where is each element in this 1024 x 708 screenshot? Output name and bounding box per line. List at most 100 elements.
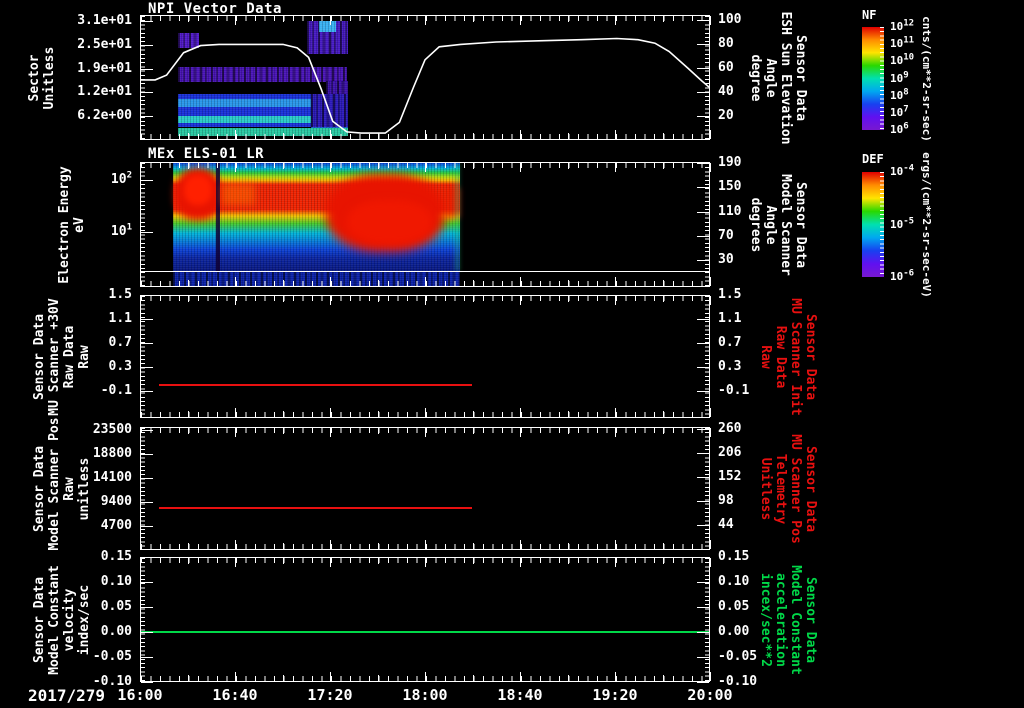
y-major-tick <box>697 453 709 455</box>
y-major-tick <box>141 557 153 558</box>
axis-title-left-els: Electron Energy eV <box>57 165 87 284</box>
x-major-tick <box>330 16 331 25</box>
x-major-tick <box>710 130 711 139</box>
x-major-tick <box>615 558 616 567</box>
x-major-tick <box>615 277 616 286</box>
x-mid-tick <box>377 163 379 169</box>
y-major-tick <box>697 91 709 93</box>
y-major-tick <box>141 657 153 658</box>
y-major-tick <box>141 68 153 70</box>
x-major-tick <box>710 163 711 172</box>
x-mid-tick <box>377 296 379 302</box>
y-major-tick <box>697 67 709 69</box>
x-major-tick <box>140 296 141 305</box>
y-major-tick <box>141 501 153 503</box>
colorbar-def <box>862 172 884 277</box>
y-major-tick <box>697 367 709 369</box>
colorbar-unit-def: ergs/(cm**2-sr-sec-eV) <box>920 151 933 298</box>
x-tick-label: 16:00 <box>117 686 163 704</box>
x-mid-tick <box>472 428 474 434</box>
y-major-tick <box>141 582 153 583</box>
series-line <box>141 630 709 633</box>
axis-title-left-npi: Sector Unitless <box>27 46 57 109</box>
sun-elevation-line <box>141 37 709 134</box>
x-major-tick <box>140 130 141 139</box>
x-major-tick <box>330 428 331 437</box>
x-mid-tick <box>282 558 284 564</box>
x-tick-label: 17:20 <box>307 686 353 704</box>
x-mid-tick <box>662 543 664 549</box>
y-major-tick <box>697 43 709 45</box>
panel-content-mconst <box>141 558 709 681</box>
x-mid-tick <box>187 428 189 434</box>
y-major-tick <box>697 429 709 431</box>
colorbar-tick-label: 10-6 <box>890 268 915 283</box>
x-mid-tick <box>662 675 664 681</box>
x-major-tick <box>330 130 331 139</box>
x-major-tick <box>615 408 616 417</box>
x-major-tick <box>710 296 711 305</box>
y-major-tick <box>697 343 709 345</box>
x-mid-tick <box>662 133 664 139</box>
x-mid-tick <box>567 558 569 564</box>
x-mid-tick <box>377 133 379 139</box>
x-tick-label: 18:00 <box>402 686 448 704</box>
y-major-tick <box>697 295 709 296</box>
x-major-tick <box>140 540 141 549</box>
x-tick-label: 20:00 <box>687 686 733 704</box>
y-major-tick <box>697 607 709 608</box>
y-major-tick <box>141 391 153 393</box>
x-mid-tick <box>282 411 284 417</box>
x-major-tick <box>140 558 141 567</box>
x-mid-tick <box>187 16 189 22</box>
x-major-tick <box>520 408 521 417</box>
x-mid-tick <box>472 558 474 564</box>
sun-elevation-polyline <box>141 37 709 134</box>
x-mid-tick <box>377 428 379 434</box>
x-major-tick <box>710 672 711 681</box>
x-mid-tick <box>472 675 474 681</box>
colorbar-tick-label: 107 <box>890 104 909 119</box>
x-major-tick <box>235 277 236 286</box>
y-major-tick <box>697 260 709 262</box>
x-mid-tick <box>187 675 189 681</box>
x-mid-tick <box>377 280 379 286</box>
y-major-tick <box>697 211 709 213</box>
x-major-tick <box>425 540 426 549</box>
x-major-tick <box>235 428 236 437</box>
y-major-tick <box>697 657 709 658</box>
y-major-tick <box>141 21 153 23</box>
x-major-tick <box>615 130 616 139</box>
y-major-tick <box>697 557 709 558</box>
x-mid-tick <box>187 543 189 549</box>
y-major-tick <box>697 682 709 683</box>
spectrogram-feature <box>183 175 212 205</box>
colorbar-tick-label: 1012 <box>890 18 915 33</box>
x-mid-tick <box>377 543 379 549</box>
y-major-tick <box>141 179 153 181</box>
x-major-tick <box>425 16 426 25</box>
x-mid-tick <box>472 16 474 22</box>
x-mid-tick <box>282 428 284 434</box>
x-major-tick <box>425 558 426 567</box>
colorbar-tick-label: 10-4 <box>890 163 915 178</box>
x-mid-tick <box>472 296 474 302</box>
colorbar-tick-label: 106 <box>890 121 909 136</box>
x-mid-tick <box>282 16 284 22</box>
y-major-tick <box>697 501 709 503</box>
x-major-tick <box>425 163 426 172</box>
x-major-tick <box>520 277 521 286</box>
x-mid-tick <box>567 411 569 417</box>
x-mid-tick <box>567 675 569 681</box>
x-tick-label: 18:40 <box>497 686 543 704</box>
x-major-tick <box>330 296 331 305</box>
series-line <box>159 383 472 386</box>
x-major-tick <box>425 296 426 305</box>
x-major-tick <box>615 16 616 25</box>
colorbar-tick-label: 108 <box>890 87 909 102</box>
axis-title-left-mconst: Sensor Data Model Constant velocity inde… <box>32 564 92 675</box>
panel-title-els: MEx ELS-01 LR <box>148 146 265 162</box>
x-major-tick <box>140 277 141 286</box>
x-mid-tick <box>567 16 569 22</box>
y-major-tick <box>141 453 153 455</box>
